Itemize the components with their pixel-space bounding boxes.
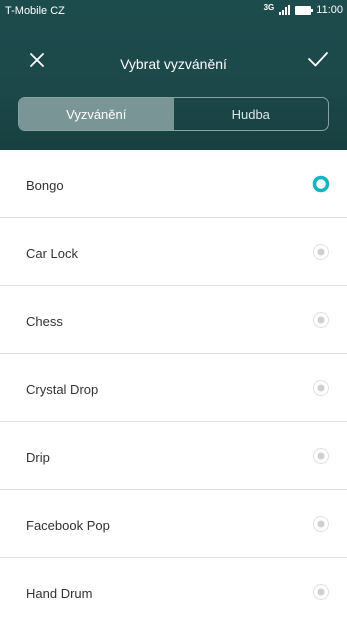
list-item-label: Chess <box>26 314 63 329</box>
network-type: 3G <box>263 2 275 12</box>
list-item-label: Bongo <box>26 178 64 193</box>
clock: 11:00 <box>316 4 343 16</box>
list-item-label: Hand Drum <box>26 586 93 601</box>
list-item-label: Drip <box>26 450 50 465</box>
status-bar: T-Mobile CZ 3G 11:00 <box>0 0 347 22</box>
ringtone-list: Bongo Car Lock Chess Crystal Drop Drip F… <box>0 150 347 626</box>
tab-switcher: Vyzvánění Hudba <box>18 97 329 131</box>
radio-unselected-icon[interactable] <box>312 379 330 397</box>
radio-unselected-icon[interactable] <box>312 447 330 465</box>
carrier-name: T-Mobile CZ <box>5 5 65 17</box>
radio-unselected-icon[interactable] <box>312 243 330 261</box>
list-item[interactable]: Car Lock <box>0 218 347 286</box>
list-item[interactable]: Chess <box>0 286 347 354</box>
check-icon <box>308 52 328 67</box>
list-item[interactable]: Drip <box>0 422 347 490</box>
app-bar: Vybrat vyzvánění <box>0 42 347 82</box>
radio-unselected-icon[interactable] <box>312 515 330 533</box>
radio-unselected-icon[interactable] <box>312 311 330 329</box>
list-item-label: Facebook Pop <box>26 518 110 533</box>
list-item[interactable]: Bongo <box>0 150 347 218</box>
confirm-button[interactable] <box>305 46 331 72</box>
battery-icon <box>295 5 314 15</box>
status-icons: 3G 11:00 <box>263 2 343 17</box>
radio-unselected-icon[interactable] <box>312 583 330 601</box>
page-title: Vybrat vyzvánění <box>120 56 227 72</box>
list-item[interactable]: Hand Drum <box>0 558 347 626</box>
header: T-Mobile CZ 3G 11:00 Vybrat vyzvánění Vy… <box>0 0 347 150</box>
tab-ringtones[interactable]: Vyzvánění <box>19 98 174 130</box>
list-item-label: Crystal Drop <box>26 382 99 397</box>
signal-icon <box>279 5 291 15</box>
tab-music[interactable]: Hudba <box>174 98 329 130</box>
list-item-label: Car Lock <box>26 246 79 261</box>
list-item[interactable]: Crystal Drop <box>0 354 347 422</box>
list-item[interactable]: Facebook Pop <box>0 490 347 558</box>
radio-selected-icon[interactable] <box>312 175 330 193</box>
